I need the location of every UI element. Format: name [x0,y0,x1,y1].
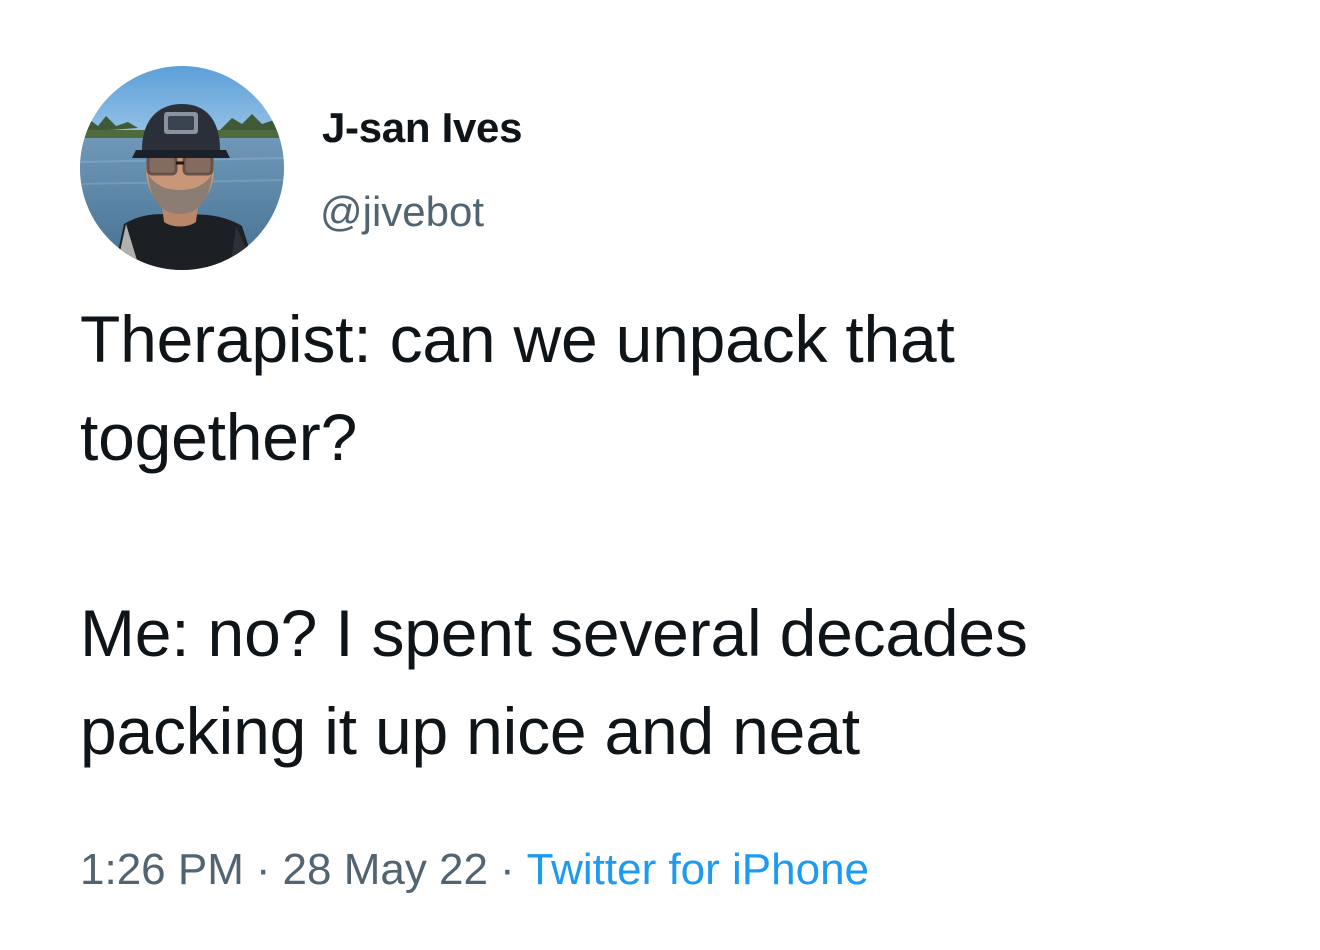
separator-dot: · [255,845,271,894]
author-avatar[interactable] [80,66,284,270]
author-handle[interactable]: @jivebot [320,186,484,238]
author-name[interactable]: J-san Ives [322,102,522,154]
tweet-text-line: packing it up nice and neat [80,694,860,768]
tweet-date[interactable]: 28 May 22 [283,845,488,894]
tweet-text-line: Therapist: can we unpack that [80,302,955,376]
tweet-text-line: together? [80,400,358,474]
tweet-metadata: 1:26 PM · 28 May 22 · Twitter for iPhone [80,842,869,898]
separator-dot: · [500,845,515,894]
tweet-source-link[interactable]: Twitter for iPhone [527,845,869,894]
tweet-time[interactable]: 1:26 PM [80,845,244,894]
tweet-text: Therapist: can we unpack that together? … [80,290,1310,780]
tweet-text-line: Me: no? I spent several decades [80,596,1028,670]
avatar-photo [80,66,284,270]
tweet: J-san Ives @jivebot Therapist: can we un… [0,0,1320,950]
